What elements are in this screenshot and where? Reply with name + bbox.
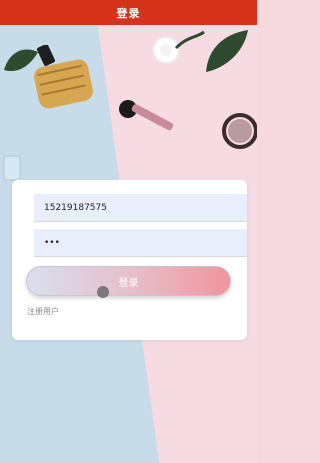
password-input[interactable] [34, 229, 247, 256]
phone-field[interactable] [34, 194, 247, 222]
makeup-brush-icon [119, 100, 174, 131]
login-button[interactable]: 登录 [26, 266, 231, 296]
password-field[interactable] [34, 229, 247, 257]
header-bar: 登录 [0, 0, 257, 25]
leaf-icon [206, 30, 248, 72]
sunglasses-icon [222, 113, 257, 149]
login-button-label: 登录 [118, 277, 139, 289]
touch-cursor [97, 286, 109, 298]
page-title: 登录 [116, 6, 141, 20]
phone-input[interactable] [34, 194, 247, 221]
lipstick-icon [3, 155, 21, 181]
register-link[interactable]: 注册用户 [27, 306, 59, 317]
perfume-bottle-icon [34, 45, 93, 109]
app-screen: 登录 登录 注册用户 [0, 0, 257, 463]
rose-icon [152, 30, 205, 64]
